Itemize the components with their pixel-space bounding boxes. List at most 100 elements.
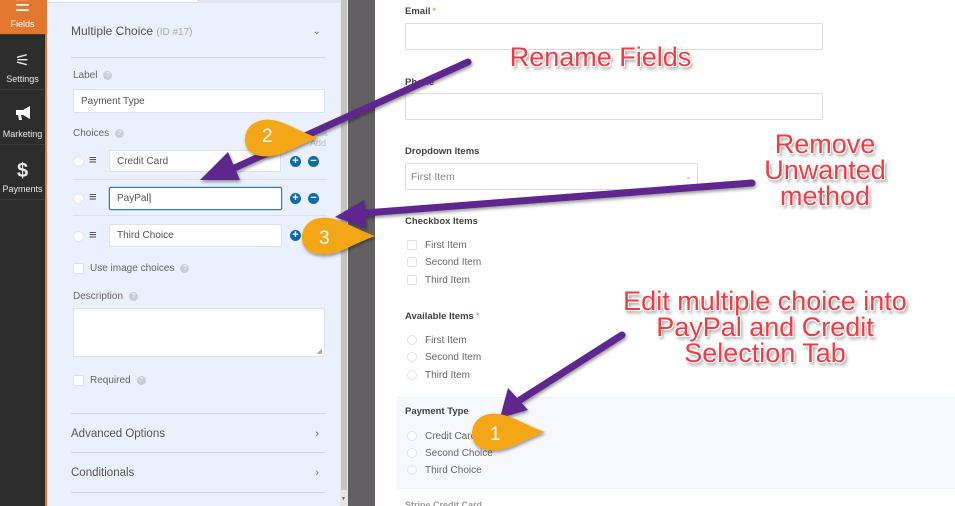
radio[interactable] bbox=[407, 465, 417, 475]
available-items-label: Available Items * bbox=[405, 311, 480, 322]
label-field-label: Label ? bbox=[73, 70, 113, 81]
checkbox-option[interactable]: Second Item bbox=[407, 255, 481, 269]
help-icon[interactable]: ? bbox=[115, 129, 125, 138]
sidebar-item-settings[interactable]: ⚟ Settings bbox=[0, 35, 45, 90]
required-text: Required bbox=[90, 375, 131, 386]
phone-field[interactable] bbox=[405, 93, 823, 120]
choice-input[interactable]: Credit Card bbox=[109, 150, 281, 172]
checkbox-option[interactable]: First Item bbox=[407, 238, 467, 252]
payment-type-label: Payment Type bbox=[405, 406, 469, 417]
add-choice-icon[interactable]: + bbox=[290, 230, 301, 241]
label-text: Label bbox=[73, 70, 98, 81]
choice-input-value: PayPal bbox=[117, 193, 149, 204]
add-choice-icon[interactable]: + bbox=[290, 156, 301, 167]
radio-option[interactable]: Third Choice bbox=[407, 463, 482, 477]
chevron-right-icon: › bbox=[315, 466, 319, 479]
radio[interactable] bbox=[407, 370, 417, 380]
radio[interactable] bbox=[407, 448, 417, 458]
radio-option[interactable]: First Item bbox=[407, 333, 467, 347]
option-label: Third Item bbox=[425, 369, 471, 381]
radio-option[interactable]: Second Choice bbox=[407, 446, 493, 460]
option-label: Second Item bbox=[425, 351, 482, 363]
label-input-value: Payment Type bbox=[81, 95, 145, 107]
annotation-line: Remove bbox=[774, 129, 876, 159]
chevron-down-icon[interactable]: ⌄ bbox=[313, 26, 321, 37]
choice-input-value: Credit Card bbox=[117, 155, 169, 167]
radio[interactable] bbox=[407, 431, 417, 441]
label-input[interactable]: Payment Type bbox=[73, 89, 325, 113]
radio[interactable] bbox=[407, 352, 417, 362]
default-choice-radio[interactable] bbox=[73, 231, 84, 242]
sidebar-item-label: Fields bbox=[10, 19, 35, 29]
panel-scrollbar-thumb[interactable] bbox=[341, 0, 347, 490]
option-label: Credit Card bbox=[425, 430, 477, 442]
choice-row: ≡ Credit Card + − bbox=[73, 144, 327, 180]
help-icon[interactable]: ? bbox=[103, 71, 113, 80]
checkbox[interactable] bbox=[407, 240, 417, 250]
default-choice-radio[interactable] bbox=[73, 193, 84, 204]
description-label: Description ? bbox=[73, 291, 139, 302]
conditionals-label: Conditionals bbox=[71, 466, 135, 479]
conditionals-toggle[interactable]: Conditionals › bbox=[71, 452, 325, 492]
annotation-remove-unwanted: Remove Unwanted method bbox=[735, 129, 915, 211]
dropdown-select[interactable]: First Item ⌄ bbox=[405, 163, 698, 190]
description-textarea[interactable]: ◢ bbox=[73, 308, 325, 357]
required-checkbox[interactable] bbox=[73, 375, 84, 386]
annotation-line: PayPal and Credit bbox=[656, 312, 874, 342]
drag-handle-icon[interactable]: ≡ bbox=[89, 228, 97, 241]
sidebar-item-marketing[interactable]: Marketing bbox=[0, 90, 45, 145]
drag-handle-icon[interactable]: ≡ bbox=[89, 153, 97, 166]
annotation-line: Edit multiple choice into bbox=[623, 286, 907, 316]
annotation-line: Unwanted bbox=[764, 155, 886, 185]
field-id: (ID #17) bbox=[156, 27, 193, 38]
sidebar-item-fields[interactable]: ☰ Fields bbox=[0, 0, 45, 35]
badge-2-number: 2 bbox=[262, 126, 273, 147]
help-icon[interactable]: ? bbox=[129, 292, 139, 301]
checkbox-option[interactable]: Third Item bbox=[407, 273, 470, 287]
help-icon[interactable]: ? bbox=[180, 264, 190, 273]
use-image-choices-label: Use image choices ? bbox=[90, 263, 190, 274]
tab-field-options[interactable] bbox=[47, 0, 197, 3]
field-type-title: Multiple Choice bbox=[71, 24, 154, 38]
email-label: Email * bbox=[405, 6, 436, 17]
radio-option[interactable]: Second Item bbox=[407, 350, 481, 364]
form-preview: Email * Phone Dropdown Items First Item ⌄… bbox=[375, 0, 955, 506]
checkbox[interactable] bbox=[407, 257, 417, 267]
add-choice-icon[interactable]: + bbox=[290, 193, 301, 204]
use-image-choices-checkbox[interactable] bbox=[73, 263, 84, 274]
choices-label: Choices ? bbox=[73, 128, 125, 139]
sliders-icon: ⚟ bbox=[14, 51, 31, 70]
choices-label-text: Choices bbox=[73, 128, 110, 139]
help-icon[interactable]: ? bbox=[136, 376, 146, 385]
option-label: Second Choice bbox=[425, 447, 493, 459]
sidebar-item-payments[interactable]: $ Payments bbox=[0, 145, 45, 200]
radio[interactable] bbox=[407, 335, 417, 345]
field-options-header[interactable]: Multiple Choice (ID #17) ⌄ bbox=[71, 24, 325, 58]
resize-handle-icon[interactable]: ◢ bbox=[317, 347, 322, 355]
form-builder: ☰ Fields ⚟ Settings Marketing $ Payments… bbox=[0, 0, 955, 506]
radio-option[interactable]: Credit Card bbox=[407, 429, 476, 443]
dollar-icon: $ bbox=[16, 160, 29, 182]
panel-divider bbox=[348, 0, 375, 506]
scroll-down-icon[interactable]: ▼ bbox=[341, 496, 346, 502]
chevron-right-icon: › bbox=[315, 427, 319, 440]
advanced-options-toggle[interactable]: Advanced Options › bbox=[71, 413, 325, 453]
tab-add-fields[interactable] bbox=[197, 0, 342, 3]
remove-choice-icon[interactable]: − bbox=[308, 193, 319, 204]
email-label-text: Email bbox=[405, 6, 431, 17]
sidebar-item-label: Payments bbox=[2, 184, 43, 194]
default-choice-radio[interactable] bbox=[73, 156, 84, 167]
drag-handle-icon[interactable]: ≡ bbox=[89, 190, 97, 203]
dropdown-value: First Item bbox=[411, 170, 455, 183]
remove-choice-icon[interactable]: − bbox=[308, 156, 319, 167]
available-items-text: Available Items bbox=[405, 311, 474, 322]
annotation-line: Selection Tab bbox=[684, 338, 846, 368]
choice-input[interactable]: Third Choice bbox=[109, 224, 282, 247]
radio-option[interactable]: Third Item bbox=[407, 368, 470, 382]
description-label-text: Description bbox=[73, 291, 124, 302]
annotation-rename-fields: Rename Fields bbox=[509, 42, 692, 72]
required-label: Required ? bbox=[90, 375, 146, 386]
annotation-line: method bbox=[779, 181, 871, 211]
checkbox[interactable] bbox=[407, 275, 417, 285]
choice-input[interactable]: PayPal | bbox=[109, 187, 282, 210]
